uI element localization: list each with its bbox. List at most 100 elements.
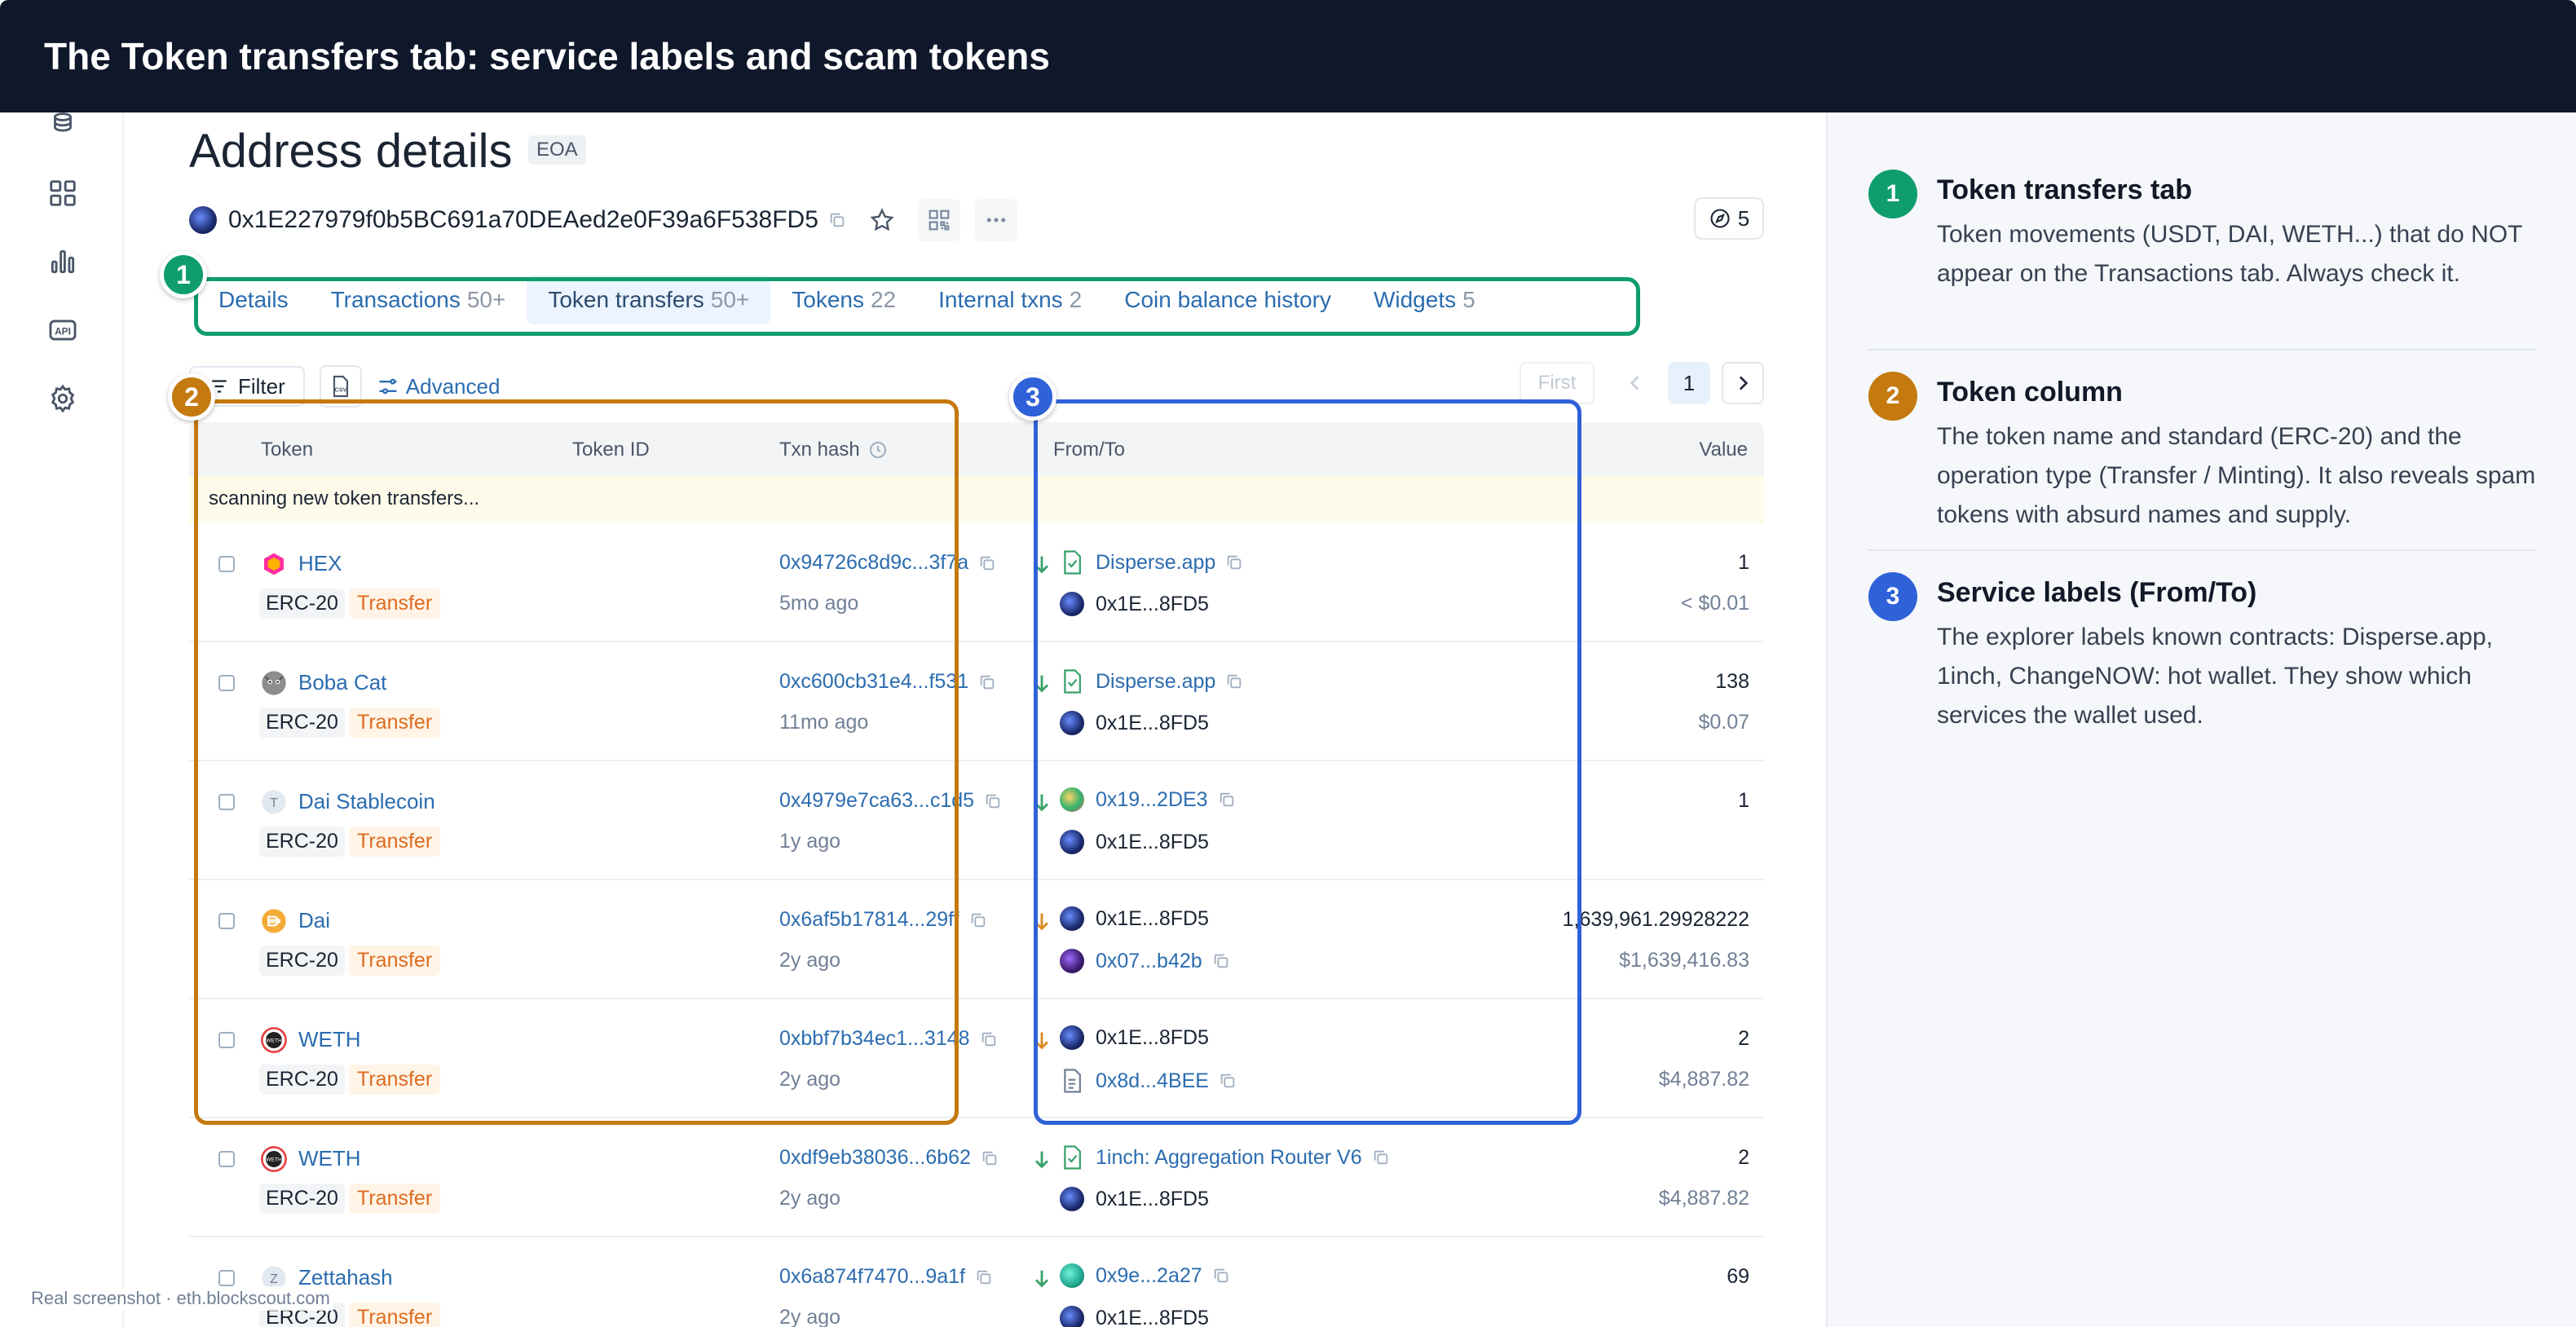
left-nav: API — [0, 112, 124, 1327]
copy-icon[interactable] — [978, 554, 996, 572]
from-address[interactable]: 0x9e...2a27 — [1060, 1263, 1230, 1288]
copy-icon[interactable] — [980, 1030, 998, 1048]
note-divider — [1868, 549, 2537, 551]
svg-text:Z: Z — [270, 1272, 278, 1286]
note-body: Token movements (USDT, DAI, WETH...) tha… — [1937, 221, 2522, 287]
transfer-value: 1 — [1738, 551, 1749, 574]
screenshot-caption: Real screenshot · eth.blockscout.com — [28, 1286, 333, 1311]
csv-file-icon: CSV — [333, 375, 348, 398]
txn-age: 2y ago — [779, 1187, 841, 1210]
arrow-in-icon — [1035, 1270, 1048, 1288]
transfer-value: 138 — [1715, 670, 1749, 693]
note-divider — [1868, 349, 2537, 350]
svg-text:API: API — [55, 326, 71, 337]
chevron-left-icon — [1630, 376, 1639, 390]
annotation-note-2: 2 Token column The token name and standa… — [1868, 372, 2537, 535]
row-expand-checkbox[interactable] — [218, 1270, 235, 1286]
header-title: The Token transfers tab: service labels … — [44, 35, 1050, 77]
favorite-star-button[interactable] — [861, 199, 903, 241]
copy-icon[interactable] — [981, 1149, 999, 1167]
api-icon[interactable]: API — [46, 313, 80, 347]
copy-icon[interactable] — [975, 1268, 993, 1286]
highlight-token-column — [194, 399, 959, 1125]
svg-text:WETH: WETH — [266, 1157, 282, 1163]
advanced-filter-button[interactable]: Advanced — [377, 374, 500, 399]
note-body: The token name and standard (ERC-20) and… — [1937, 423, 2536, 528]
star-icon — [870, 208, 894, 231]
transfer-value: 2 — [1738, 1027, 1749, 1050]
stats-chart-icon[interactable] — [46, 245, 80, 279]
col-value: Value — [1699, 439, 1748, 461]
transfer-value: 2 — [1738, 1146, 1749, 1169]
from-address[interactable]: 1inch: Aggregation Router V6 — [1060, 1144, 1390, 1170]
blocks-grid-icon[interactable] — [46, 176, 80, 210]
sliders-icon — [379, 378, 397, 395]
top-header: The Token transfers tab: service labels … — [0, 0, 2576, 112]
note-number: 2 — [1868, 372, 1917, 421]
chevron-right-icon — [1739, 376, 1749, 390]
txn-hash-link[interactable]: 0xdf9eb38036...6b62 — [779, 1146, 999, 1170]
note-body: The explorer labels known contracts: Dis… — [1937, 624, 2494, 729]
address-hash: 0x1E227979f0b5BC691a70DEAed2e0F39a6F538F… — [228, 206, 818, 233]
pagination-first-button[interactable]: First — [1520, 362, 1595, 404]
annotation-marker-3: 3 — [1009, 373, 1056, 421]
highlight-from-to-column — [1034, 399, 1581, 1125]
note-title: Token column — [1937, 377, 2123, 408]
transfer-usd-value: $1,639,416.83 — [1619, 949, 1749, 972]
row-expand-checkbox[interactable] — [218, 1151, 235, 1167]
pagination-prev-button[interactable] — [1614, 362, 1656, 404]
txn-age: 2y ago — [779, 1306, 841, 1327]
note-title: Service labels (From/To) — [1937, 577, 2257, 608]
transfer-value: 1 — [1738, 789, 1749, 812]
transfer-value: 1,639,961.29928222 — [1562, 908, 1749, 931]
address-avatar — [1060, 1187, 1084, 1211]
pagination-next-button[interactable] — [1722, 362, 1764, 404]
table-row: WETH WETH ERC-20 Transfer 0xdf9eb38036..… — [189, 1118, 1764, 1237]
note-title: Token transfers tab — [1937, 174, 2193, 205]
address-avatar — [1060, 1306, 1084, 1327]
copy-icon[interactable] — [969, 911, 987, 929]
page-title: Address details — [189, 125, 513, 178]
compass-icon — [1710, 209, 1730, 228]
transfer-usd-value: $4,887.82 — [1658, 1068, 1749, 1091]
settings-gear-icon[interactable] — [46, 381, 80, 416]
transfer-usd-value: $0.07 — [1698, 711, 1749, 734]
copy-icon[interactable] — [1372, 1148, 1390, 1166]
table-row: Z Zettahash ERC-20 Transfer 0x6a874f7470… — [189, 1237, 1764, 1327]
note-number: 1 — [1868, 170, 1917, 218]
transfer-usd-value: < $0.01 — [1680, 592, 1749, 615]
weth-token-icon: WETH — [261, 1146, 287, 1172]
transfer-usd-value: $4,887.82 — [1658, 1187, 1749, 1210]
eoa-badge: EOA — [528, 135, 586, 165]
coins-icon[interactable] — [46, 108, 80, 142]
note-number: 3 — [1868, 572, 1917, 621]
copy-icon[interactable] — [828, 211, 846, 229]
transfer-type-tag: Transfer — [349, 1303, 441, 1327]
counter-value: 5 — [1737, 205, 1750, 231]
more-actions-button[interactable] — [974, 199, 1017, 241]
token-standard-tag: ERC-20 — [259, 1184, 345, 1214]
address-row: 0x1E227979f0b5BC691a70DEAed2e0F39a6F538F… — [189, 199, 1017, 241]
annotation-panel: 1 Token transfers tab Token movements (U… — [1826, 112, 2576, 1327]
pagination-current-page[interactable]: 1 — [1668, 362, 1710, 404]
copy-icon[interactable] — [978, 673, 996, 691]
highlight-token-transfers-tab — [194, 277, 1640, 336]
transfer-value: 69 — [1727, 1265, 1749, 1288]
token-name-link[interactable]: WETH — [298, 1146, 361, 1171]
copy-icon[interactable] — [1212, 1267, 1230, 1285]
annotation-note-1: 1 Token transfers tab Token movements (U… — [1868, 170, 2537, 333]
address-avatar — [189, 206, 217, 234]
arrow-in-icon — [1035, 1151, 1048, 1169]
transfer-type-tag: Transfer — [349, 1184, 441, 1214]
watchlist-counter-button[interactable]: 5 — [1694, 197, 1764, 240]
more-dots-icon — [986, 218, 1006, 223]
qr-code-icon — [929, 209, 950, 231]
annotation-marker-1: 1 — [160, 251, 207, 298]
to-address[interactable]: 0x1E...8FD5 — [1060, 1306, 1209, 1327]
qr-code-button[interactable] — [917, 199, 960, 241]
copy-icon[interactable] — [984, 792, 1002, 810]
txn-hash-link[interactable]: 0x6a874f7470...9a1f — [779, 1265, 993, 1289]
svg-text:CSV: CSV — [334, 386, 346, 394]
address-avatar — [1060, 1263, 1084, 1288]
to-address[interactable]: 0x1E...8FD5 — [1060, 1187, 1209, 1211]
